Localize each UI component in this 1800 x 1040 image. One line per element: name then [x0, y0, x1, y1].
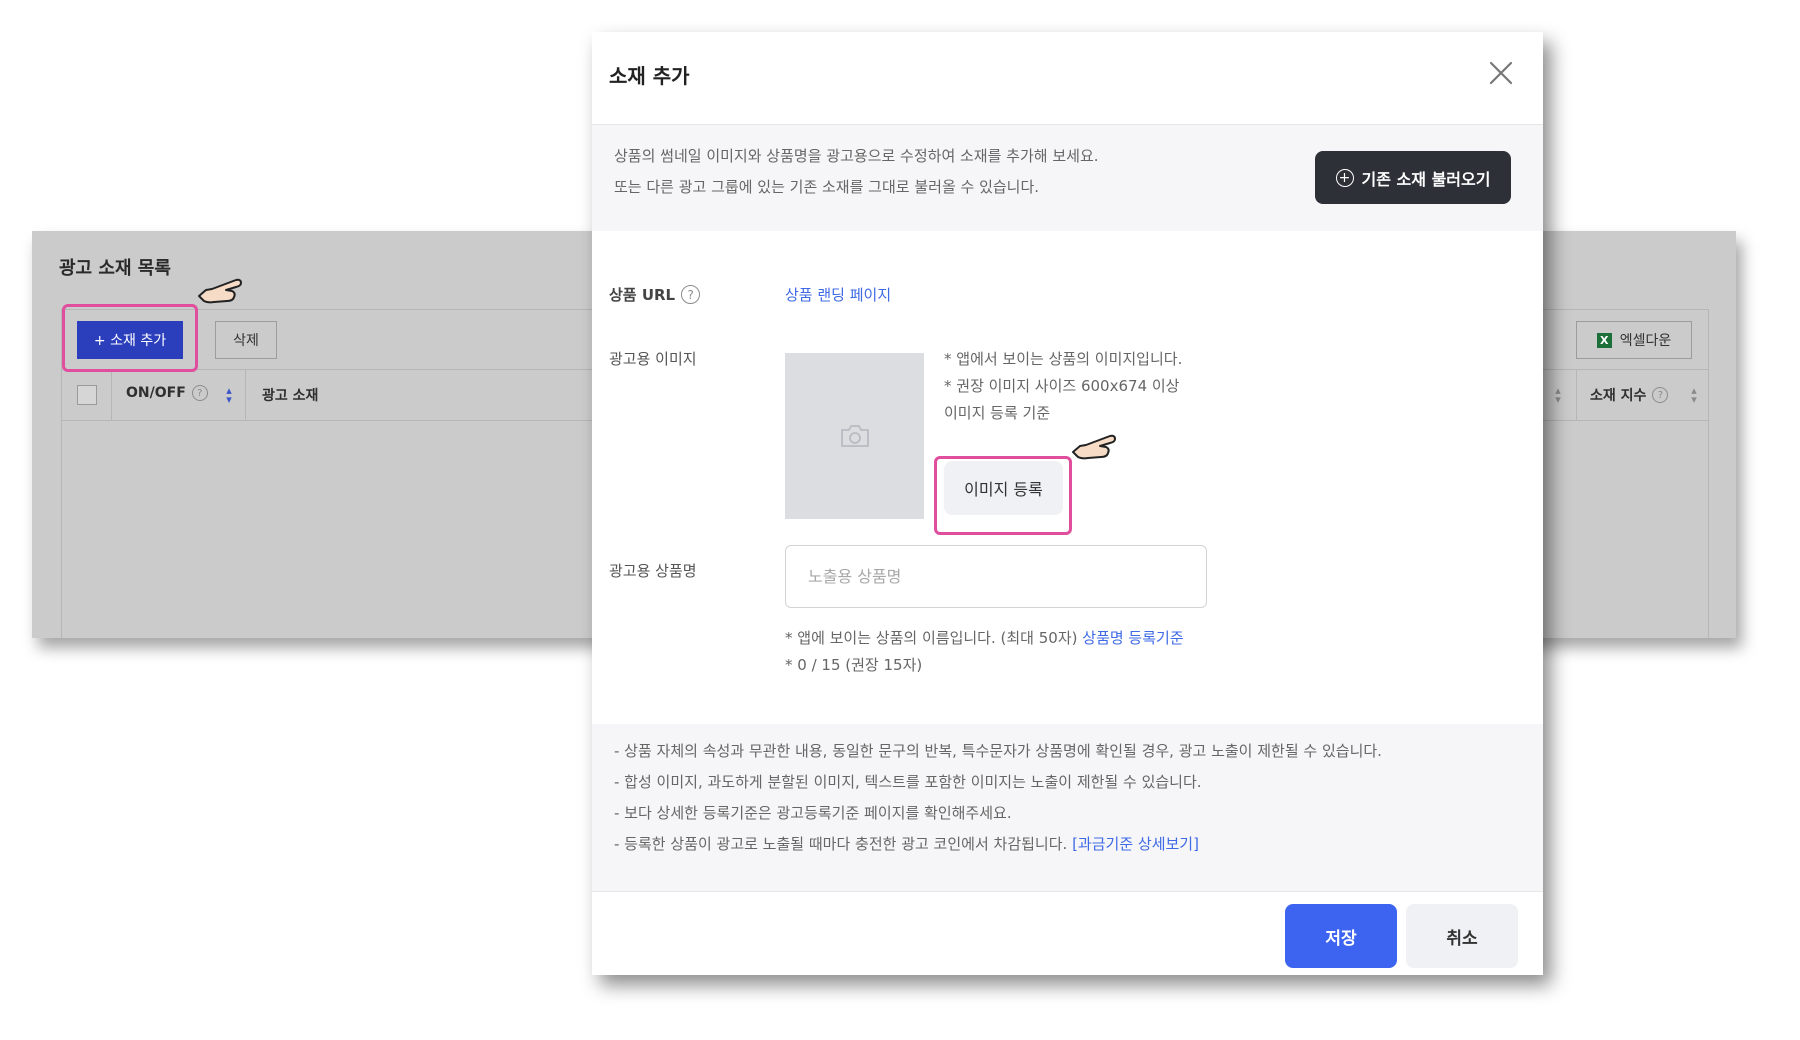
- sort-icon[interactable]: ▴ ▾: [224, 385, 234, 405]
- ad-image-label: 광고용 이미지: [609, 350, 697, 368]
- image-note: * 앱에서 보이는 상품의 이미지입니다.: [944, 350, 1183, 368]
- divider: [245, 369, 246, 421]
- help-icon[interactable]: ?: [1652, 387, 1669, 403]
- modal-header: 소재 추가: [592, 32, 1543, 125]
- highlight-register-image-button: [934, 456, 1072, 535]
- product-landing-page-link[interactable]: 상품 랜딩 페이지: [785, 284, 891, 305]
- intro-line: 또는 다른 광고 그룹에 있는 기존 소재를 그대로 불러올 수 있습니다.: [614, 178, 1040, 196]
- cancel-button[interactable]: 취소: [1406, 904, 1518, 968]
- highlight-add-button: [62, 304, 198, 372]
- pointing-hand-icon: [198, 278, 242, 304]
- image-guide-link[interactable]: 이미지 등록 기준: [944, 402, 1050, 423]
- product-name-counter: * 0 / 15 (권장 15자): [785, 656, 923, 674]
- sort-icon[interactable]: ▴ ▾: [1689, 385, 1699, 405]
- close-icon[interactable]: [1486, 58, 1516, 88]
- camera-icon: [840, 425, 869, 447]
- help-icon[interactable]: ?: [681, 285, 701, 304]
- notice-line: - 보다 상세한 등록기준은 광고등록기준 페이지를 확인해주세요.: [614, 804, 1012, 822]
- column-label: 광고 소재: [262, 388, 319, 404]
- notice-line: - 등록한 상품이 광고로 노출될 때마다 충전한 광고 코인에서 차감됩니다.…: [614, 833, 1199, 854]
- load-button-label: 기존 소재 불러오기: [1361, 169, 1491, 189]
- product-name-note: * 앱에 보이는 상품의 이름입니다. (최대 50자) 상품명 등록기준: [785, 627, 1184, 648]
- plus-circle-icon: +: [1335, 168, 1354, 187]
- excel-download-button[interactable]: X 엑셀다운: [1576, 321, 1692, 359]
- excel-icon: X: [1596, 332, 1612, 348]
- notice-text: - 등록한 상품이 광고로 노출될 때마다 충전한 광고 코인에서 차감됩니다.: [614, 835, 1068, 853]
- excel-download-label: 엑셀다운: [1619, 333, 1672, 349]
- page-title: 광고 소재 목록: [59, 258, 171, 279]
- notice-line: - 상품 자체의 속성과 무관한 내용, 동일한 문구의 반복, 특수문자가 상…: [614, 742, 1382, 760]
- sort-icon[interactable]: ▴ ▾: [1553, 385, 1563, 405]
- save-button[interactable]: 저장: [1285, 904, 1397, 968]
- load-existing-creative-button[interactable]: + 기존 소재 불러오기: [1315, 151, 1511, 204]
- note-text: * 앱에 보이는 상품의 이름입니다. (최대 50자): [785, 629, 1078, 647]
- column-header-creative: 광고 소재: [262, 385, 318, 405]
- pointing-hand-icon: [1072, 434, 1116, 460]
- ad-product-name-label: 광고용 상품명: [609, 562, 697, 580]
- column-header-index[interactable]: 소재 지수 ?: [1590, 385, 1669, 405]
- billing-detail-link[interactable]: [과금기준 상세보기]: [1072, 835, 1199, 853]
- divider: [111, 369, 112, 421]
- intro-line: 상품의 썸네일 이미지와 상품명을 광고용으로 수정하여 소재를 추가해 보세요…: [614, 147, 1099, 165]
- delete-button[interactable]: 삭제: [215, 321, 277, 359]
- help-icon[interactable]: ?: [191, 385, 208, 401]
- intro-section: 상품의 썸네일 이미지와 상품명을 광고용으로 수정하여 소재를 추가해 보세요…: [592, 125, 1543, 231]
- label-text: 상품 URL: [609, 286, 676, 304]
- column-label: 소재 지수: [1590, 388, 1647, 404]
- modal-footer: 저장 취소: [592, 891, 1543, 975]
- column-header-onoff[interactable]: ON/OFF ?: [126, 385, 208, 401]
- image-note: * 권장 이미지 사이즈 600x674 이상: [944, 377, 1180, 395]
- divider: [1576, 369, 1577, 421]
- column-label: ON/OFF: [126, 385, 186, 401]
- product-url-label: 상품 URL ?: [609, 284, 701, 305]
- intro-text: 상품의 썸네일 이미지와 상품명을 광고용으로 수정하여 소재를 추가해 보세요…: [614, 141, 1099, 203]
- notice-section: - 상품 자체의 속성과 무관한 내용, 동일한 문구의 반복, 특수문자가 상…: [592, 724, 1543, 891]
- select-all-checkbox[interactable]: [77, 385, 97, 405]
- product-name-input[interactable]: [785, 545, 1207, 608]
- image-preview: [785, 353, 924, 519]
- modal-title: 소재 추가: [609, 64, 690, 88]
- product-name-guide-link[interactable]: 상품명 등록기준: [1082, 629, 1183, 647]
- notice-line: - 합성 이미지, 과도하게 분할된 이미지, 텍스트를 포함한 이미지는 노출…: [614, 773, 1202, 791]
